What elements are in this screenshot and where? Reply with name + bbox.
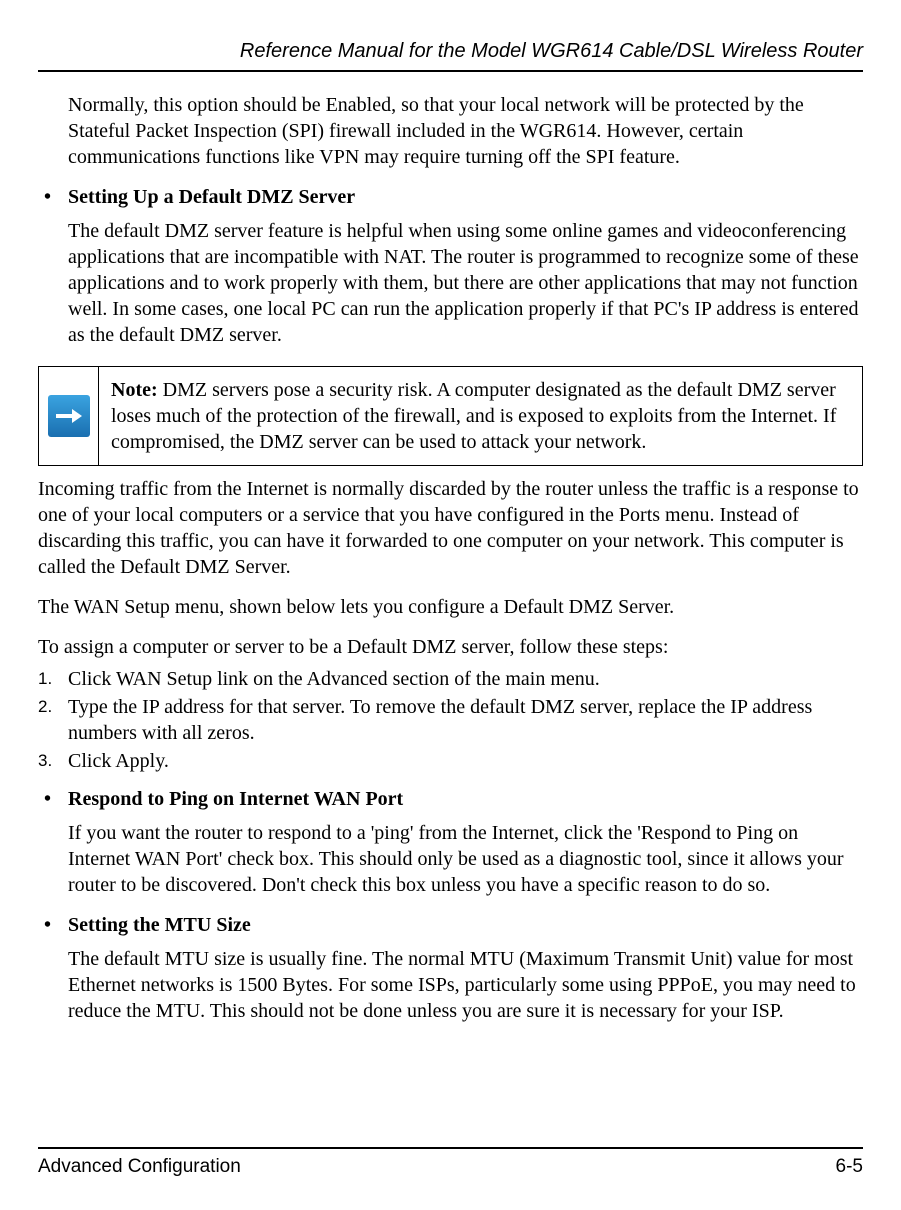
bullet-mtu-heading: • Setting the MTU Size [38,912,863,938]
step-text: Type the IP address for that server. To … [68,694,863,746]
paragraph-assign: To assign a computer or server to be a D… [38,634,863,660]
paragraph-wan-menu: The WAN Setup menu, shown below lets you… [38,594,863,620]
footer-section: Advanced Configuration [38,1155,241,1180]
note-body-text: DMZ servers pose a security risk. A comp… [111,379,836,453]
step-text: Click WAN Setup link on the Advanced sec… [68,666,863,692]
bullet-label-mtu: Setting the MTU Size [68,912,251,938]
step-item: Type the IP address for that server. To … [38,694,863,746]
arrow-right-icon [48,395,90,437]
bullet-ping-heading: • Respond to Ping on Internet WAN Port [38,786,863,812]
paragraph-mtu: The default MTU size is usually fine. Th… [68,946,863,1024]
bullet-marker: • [38,184,68,210]
footer-page-number: 6-5 [836,1155,863,1180]
page-content: Normally, this option should be Enabled,… [38,92,863,1024]
paragraph-incoming: Incoming traffic from the Internet is no… [38,476,863,580]
header-rule [38,70,863,72]
paragraph-dmz-intro: The default DMZ server feature is helpfu… [68,218,863,348]
steps-list: Click WAN Setup link on the Advanced sec… [38,666,863,774]
step-item: Click WAN Setup link on the Advanced sec… [38,666,863,692]
footer-rule [38,1147,863,1149]
paragraph-ping: If you want the router to respond to a '… [68,820,863,898]
paragraph-spi: Normally, this option should be Enabled,… [68,92,863,170]
step-text: Click Apply. [68,748,863,774]
page-footer: Advanced Configuration 6-5 [38,1147,863,1180]
bullet-label-dmz: Setting Up a Default DMZ Server [68,184,355,210]
note-label: Note: [111,379,158,401]
bullet-label-ping: Respond to Ping on Internet WAN Port [68,786,403,812]
bullet-marker: • [38,912,68,938]
bullet-marker: • [38,786,68,812]
note-box: Note: DMZ servers pose a security risk. … [38,366,863,466]
note-icon-cell [39,367,99,465]
step-item: Click Apply. [38,748,863,774]
note-text: Note: DMZ servers pose a security risk. … [99,367,862,465]
page-header-title: Reference Manual for the Model WGR614 Ca… [38,38,863,64]
bullet-dmz-heading: • Setting Up a Default DMZ Server [38,184,863,210]
